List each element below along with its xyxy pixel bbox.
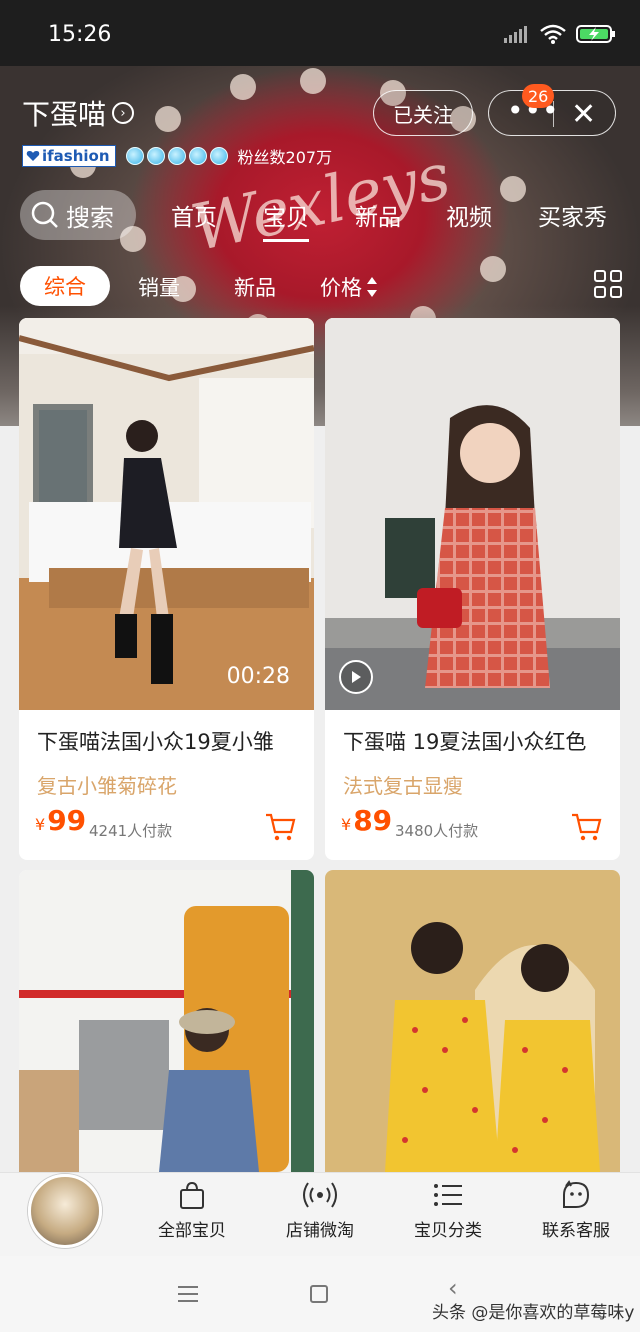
product-subtitle: 复古小雏菊碎花 (37, 774, 177, 798)
crown-icon (146, 147, 165, 165)
product-card[interactable] (19, 870, 314, 1172)
crown-icon (209, 147, 228, 165)
bag-icon (180, 1181, 204, 1209)
currency-symbol: ¥ (35, 815, 46, 834)
price-value: 99 (47, 804, 87, 837)
product-card[interactable]: 下蛋喵 19夏法国小众红色 法式复古显瘦 ¥ 89 3480人付款 (325, 318, 620, 860)
tab-all-items-label: 全部宝贝 (158, 1221, 226, 1241)
grid-view-icon[interactable] (594, 270, 622, 298)
tab-home[interactable]: 首页 (171, 198, 217, 232)
product-title: 下蛋喵 19夏法国小众红色 (343, 730, 587, 754)
follow-button[interactable]: 已关注 (373, 90, 473, 136)
crown-icon (167, 147, 186, 165)
tab-new[interactable]: 新品 (355, 198, 401, 232)
cart-icon[interactable] (570, 812, 602, 842)
tab-buyer-show[interactable]: 买家秀 (538, 198, 607, 232)
tab-customer-service[interactable]: 联系客服 (526, 1180, 626, 1241)
sort-bar: 综合 销量 新品 价格 (0, 262, 640, 310)
wifi-icon (540, 24, 566, 44)
status-time: 15:26 (48, 22, 112, 47)
chevron-right-icon: › (112, 102, 135, 124)
tab-categories[interactable]: 宝贝分类 (398, 1180, 498, 1241)
video-duration: 00:28 (226, 664, 290, 689)
product-title: 下蛋喵法国小众19夏小雏 (37, 730, 274, 754)
status-bar: 15:26 (0, 0, 640, 66)
home-icon[interactable] (310, 1285, 328, 1303)
product-subtitle: 法式复古显瘦 (343, 774, 463, 798)
search-button[interactable]: 搜索 (20, 190, 136, 240)
tab-all-items[interactable]: 全部宝贝 (142, 1180, 242, 1241)
sort-price-label: 价格 (320, 276, 362, 300)
heart-logo-icon (26, 151, 40, 161)
tab-weitao-label: 店铺微淘 (286, 1221, 354, 1241)
sort-sales[interactable]: 销量 (138, 272, 180, 302)
product-photo (325, 870, 620, 1172)
tab-video[interactable]: 视频 (446, 198, 492, 232)
close-icon[interactable]: ✕ (571, 97, 596, 132)
crown-icon (125, 147, 144, 165)
shop-level-crowns (125, 147, 228, 165)
sort-new[interactable]: 新品 (234, 272, 276, 302)
sort-price[interactable]: 价格 (320, 272, 378, 302)
product-card[interactable] (325, 870, 620, 1172)
tab-items[interactable]: 宝贝 (263, 198, 309, 242)
cart-icon[interactable] (264, 812, 296, 842)
product-photo (325, 318, 620, 710)
signal-icon (504, 26, 527, 43)
crown-icon (188, 147, 207, 165)
watermark-text: 头条 @是你喜欢的草莓味y (432, 1303, 635, 1323)
capsule-divider (553, 101, 554, 127)
shop-name-link[interactable]: 下蛋喵 › (22, 93, 135, 133)
ifashion-label: ifashion (42, 147, 110, 165)
search-label: 搜索 (66, 203, 114, 232)
menu-icon[interactable] (178, 1286, 198, 1302)
search-icon (31, 201, 58, 228)
broadcast-icon (303, 1182, 337, 1208)
shop-name: 下蛋喵 (22, 98, 107, 131)
price-value: 89 (353, 804, 393, 837)
status-icons (504, 24, 616, 44)
tab-weitao[interactable]: 店铺微淘 (270, 1180, 370, 1241)
ifashion-badge: ifashion (22, 145, 116, 167)
product-photo (19, 318, 314, 710)
shop-badges: ifashion 粉丝数207万 (22, 144, 332, 168)
battery-charging-icon (576, 25, 615, 43)
fan-count: 粉丝数207万 (237, 148, 333, 167)
sold-count: 3480人付款 (395, 822, 479, 840)
list-icon (434, 1184, 462, 1206)
shop-avatar[interactable] (28, 1174, 102, 1248)
tab-categories-label: 宝贝分类 (414, 1221, 482, 1241)
sort-arrows-icon (367, 277, 377, 297)
sort-comprehensive[interactable]: 综合 (20, 266, 110, 306)
product-photo (19, 870, 314, 1172)
currency-symbol: ¥ (341, 815, 352, 834)
message-badge: 26 (522, 84, 555, 108)
product-price: ¥ 99 (35, 804, 86, 837)
chat-face-icon (563, 1180, 590, 1208)
tab-customer-service-label: 联系客服 (542, 1221, 610, 1241)
product-price: ¥ 89 (341, 804, 392, 837)
play-icon[interactable] (339, 660, 373, 694)
product-card[interactable]: 00:28 下蛋喵法国小众19夏小雏 复古小雏菊碎花 ¥ 99 4241人付款 (19, 318, 314, 860)
sold-count: 4241人付款 (89, 822, 173, 840)
